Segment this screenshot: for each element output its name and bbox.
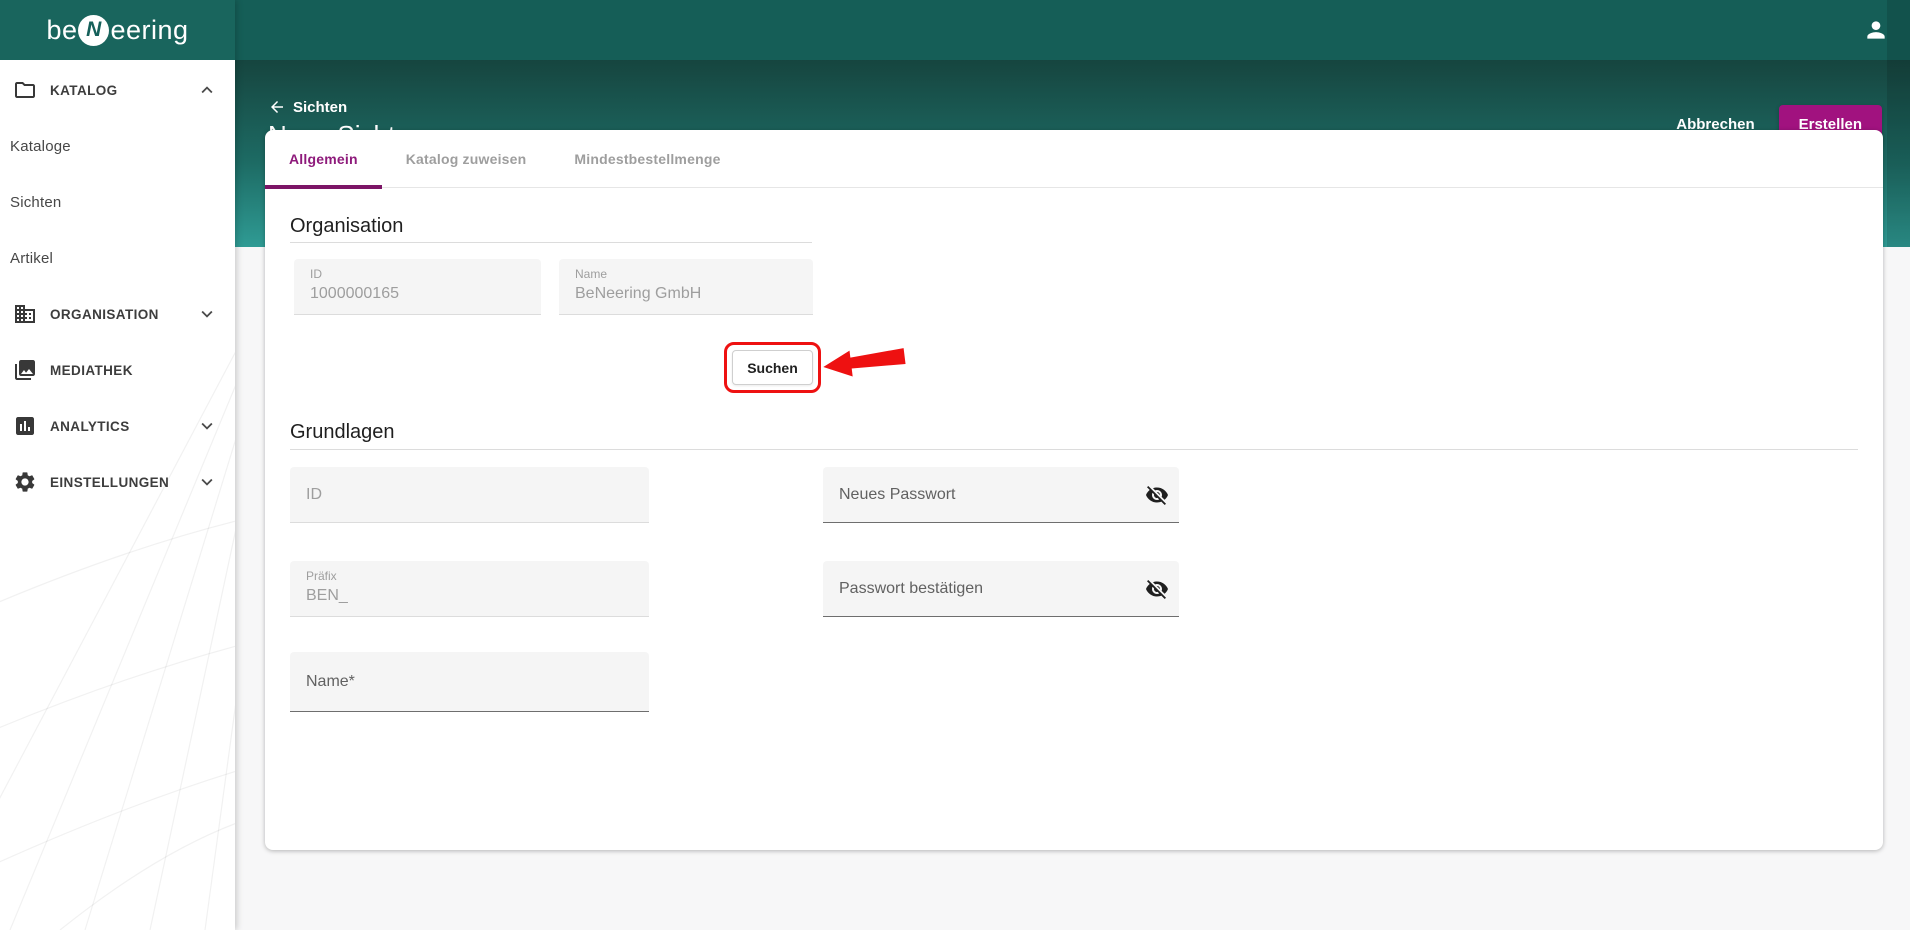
tab-mindestbestellmenge[interactable]: Mindestbestellmenge [550, 130, 744, 188]
tab-label: Mindestbestellmenge [574, 151, 721, 167]
grundlagen-section-heading: Grundlagen [290, 421, 395, 443]
visibility-off-icon[interactable] [1145, 577, 1169, 601]
new-password-input[interactable] [839, 467, 1139, 522]
logo-n-icon: N [78, 14, 110, 46]
chevron-down-icon[interactable] [196, 303, 218, 325]
sidebar-item-label: Artikel [10, 249, 54, 267]
org-name-field: Name [559, 259, 813, 315]
divider [290, 242, 812, 243]
confirm-password-input[interactable] [839, 561, 1139, 616]
view-id-field [290, 467, 649, 523]
confirm-password-field [823, 561, 1179, 617]
sidebar-item-katalog[interactable]: KATALOG [0, 62, 235, 118]
view-name-field [290, 652, 649, 712]
top-app-bar [235, 0, 1910, 60]
sidebar-item-label: KATALOG [50, 82, 118, 98]
sidebar-item-analytics[interactable]: ANALYTICS [0, 398, 235, 454]
sidebar-item-artikel[interactable]: Artikel [0, 230, 235, 286]
chevron-down-icon[interactable] [196, 471, 218, 493]
logo-suffix: eering [110, 14, 189, 45]
praefix-input[interactable] [306, 581, 609, 611]
sidebar-item-label: MEDIATHEK [50, 362, 133, 378]
annotation-highlight-box: Suchen [724, 342, 821, 393]
gear-icon [15, 472, 35, 492]
praefix-field: Präfix [290, 561, 649, 617]
org-name-input[interactable] [575, 279, 773, 309]
app-window: be Neering KATALOG Kataloge Sichten Arti… [0, 0, 1910, 930]
tab-label: Allgemein [289, 151, 358, 167]
divider [290, 449, 1858, 450]
building-icon [15, 305, 35, 323]
annotation-arrow-icon [823, 348, 906, 377]
folder-icon [15, 82, 35, 98]
logo-prefix: be [46, 14, 78, 45]
sidebar-item-mediathek[interactable]: MEDIATHEK [0, 342, 235, 398]
search-button[interactable]: Suchen [732, 350, 813, 385]
logo-text: be Neering [46, 14, 189, 46]
media-library-icon [15, 360, 35, 380]
person-icon [1867, 21, 1885, 39]
sidebar-item-label: ORGANISATION [50, 306, 159, 322]
logo[interactable]: be Neering [0, 0, 235, 60]
sidebar-item-label: Kataloge [10, 137, 71, 155]
sidebar-item-label: ANALYTICS [50, 418, 130, 434]
sidebar-item-organisation[interactable]: ORGANISATION [0, 286, 235, 342]
organisation-section-heading: Organisation [290, 215, 404, 237]
back-link-label: Sichten [293, 98, 348, 116]
sidebar-item-label: EINSTELLUNGEN [50, 474, 170, 490]
chevron-up-icon[interactable] [196, 79, 218, 101]
bar-chart-icon [16, 417, 34, 435]
sidebar-item-label: Sichten [10, 193, 62, 211]
scrollbar-gutter[interactable] [1887, 0, 1910, 247]
view-id-input[interactable] [306, 467, 609, 522]
view-name-input[interactable] [306, 652, 609, 711]
tab-allgemein[interactable]: Allgemein [265, 130, 382, 189]
back-link[interactable]: Sichten [268, 98, 347, 116]
tab-bar: Allgemein Katalog zuweisen Mindestbestel… [265, 130, 1883, 189]
arrow-back-icon [271, 101, 283, 113]
tab-label: Katalog zuweisen [405, 151, 527, 167]
sidebar-item-einstellungen[interactable]: EINSTELLUNGEN [0, 454, 235, 510]
sidebar-nav: KATALOG Kataloge Sichten Artikel ORGANIS… [0, 60, 235, 510]
sidebar: be Neering KATALOG Kataloge Sichten Arti… [0, 0, 235, 930]
visibility-off-icon[interactable] [1145, 483, 1169, 507]
tab-katalog-zuweisen[interactable]: Katalog zuweisen [382, 130, 551, 188]
main-area: Sichten Neue Sicht Abbrechen Erstellen A… [235, 0, 1910, 930]
chevron-down-icon[interactable] [196, 415, 218, 437]
new-password-field [823, 467, 1179, 523]
org-id-field: ID [294, 259, 541, 315]
org-id-input[interactable] [310, 279, 501, 309]
form-card: Allgemein Katalog zuweisen Mindestbestel… [265, 130, 1883, 850]
sidebar-item-kataloge[interactable]: Kataloge [0, 118, 235, 174]
sidebar-item-sichten[interactable]: Sichten [0, 174, 235, 230]
